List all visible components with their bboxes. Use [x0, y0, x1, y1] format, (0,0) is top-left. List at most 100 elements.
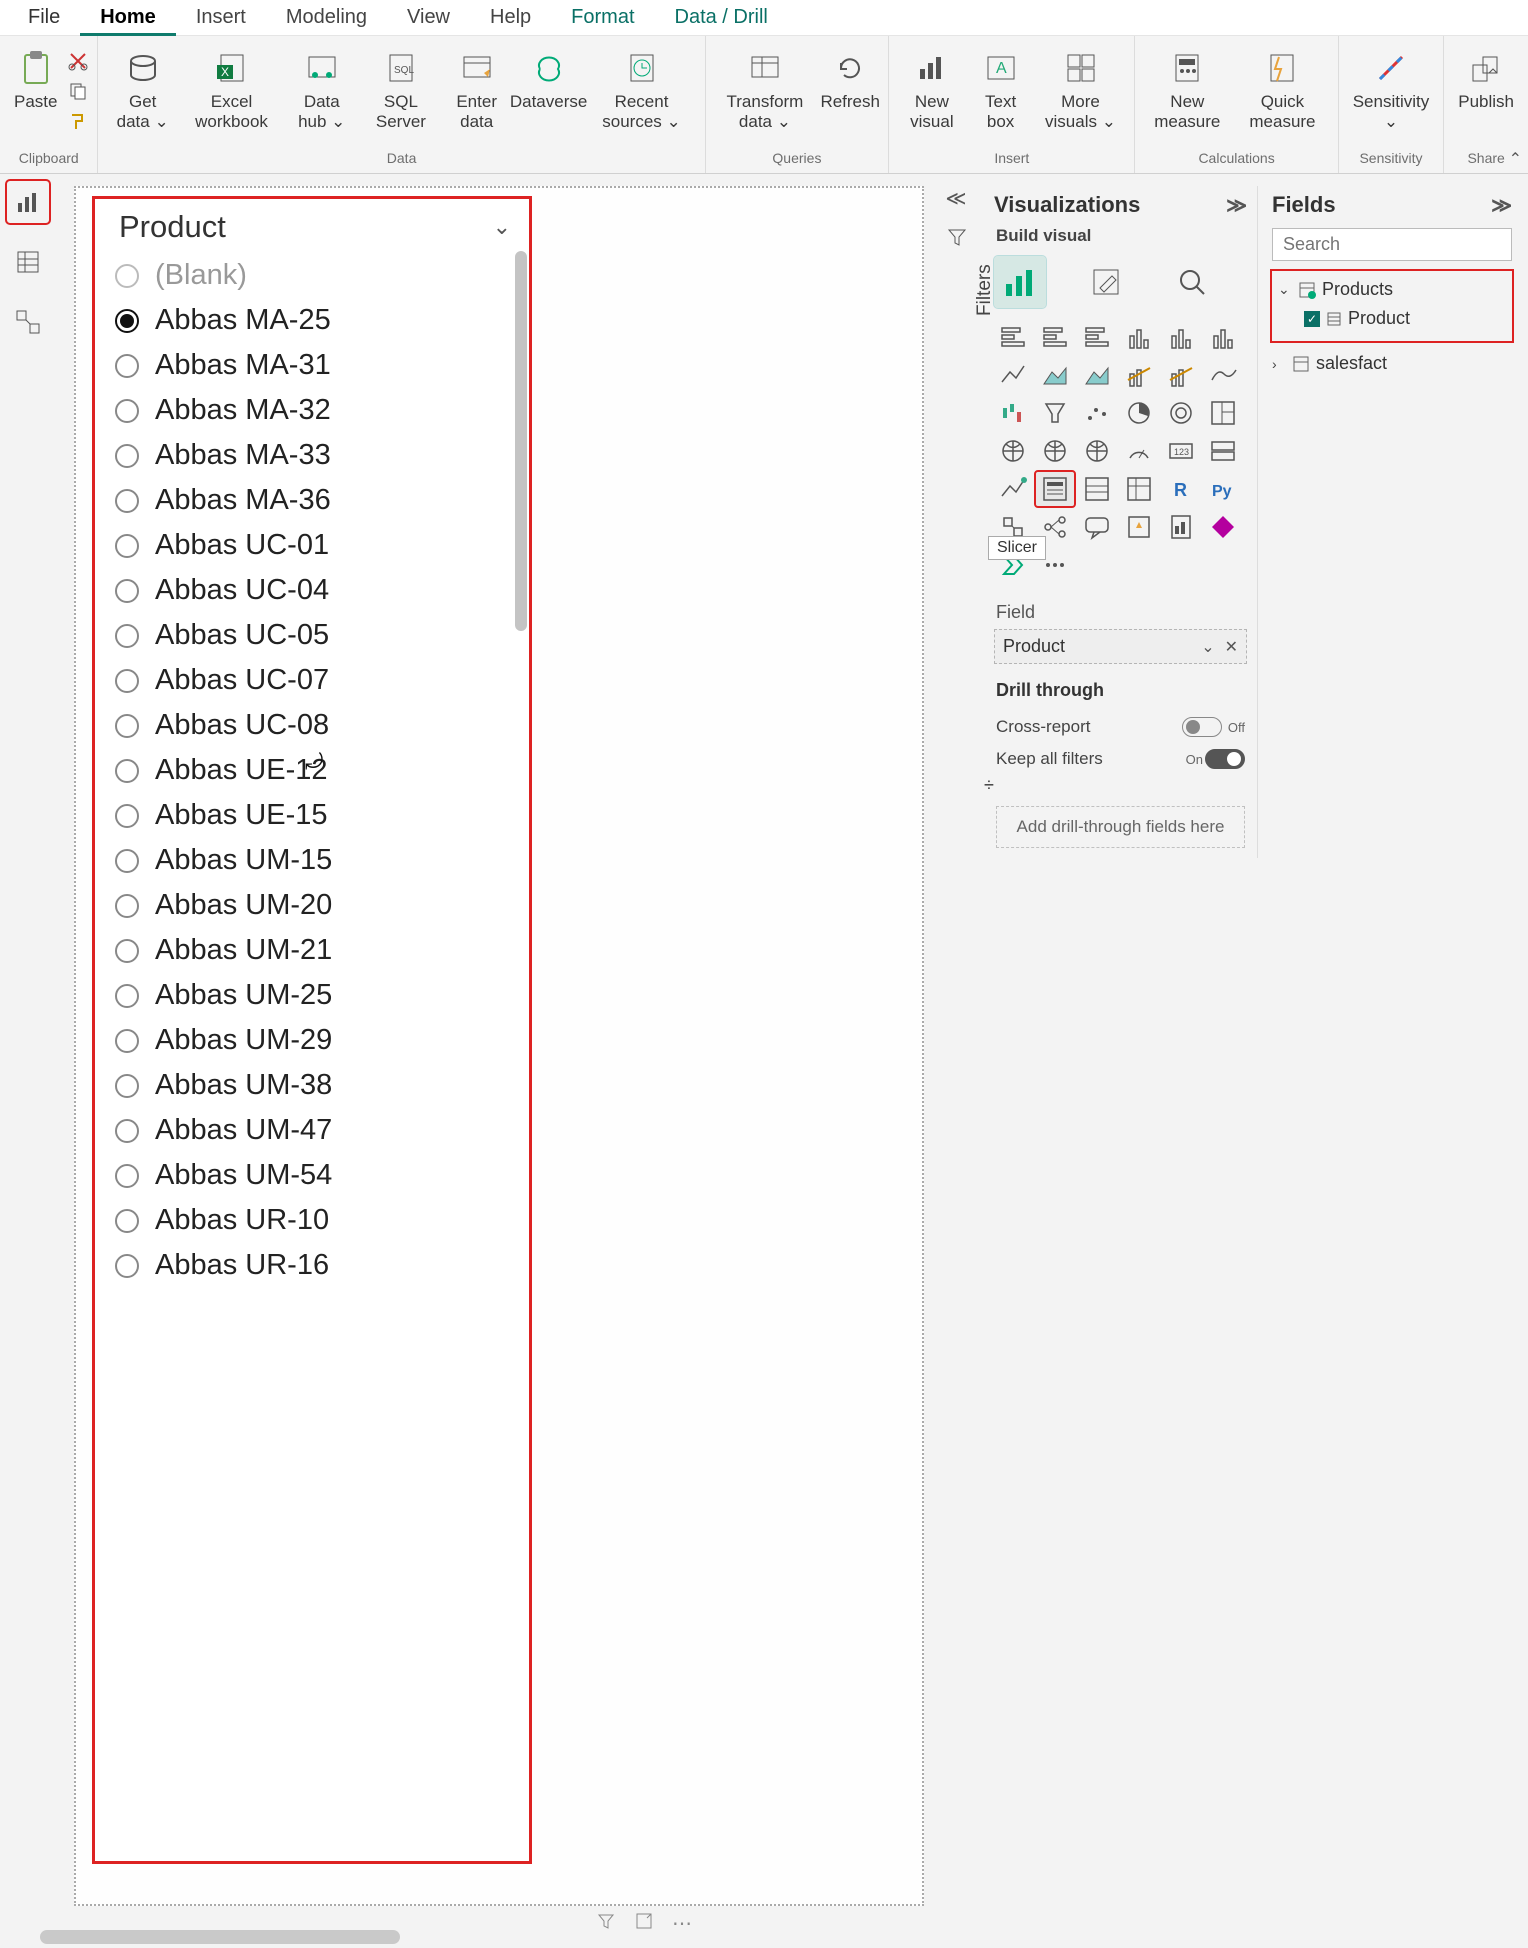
visual-filter-icon[interactable]	[596, 1911, 616, 1936]
viz-narrative[interactable]	[1120, 510, 1158, 544]
slicer-option[interactable]: Abbas UC-04	[115, 568, 517, 613]
column-product[interactable]: ✓ Product	[1276, 304, 1508, 333]
tab-data-drill[interactable]: Data / Drill	[655, 0, 788, 33]
viz-col-stacked[interactable]	[1162, 320, 1200, 354]
slicer-option[interactable]: Abbas UM-54	[115, 1153, 517, 1198]
slicer-option[interactable]: (Blank)	[115, 253, 517, 298]
filters-expand-icon[interactable]: ≪	[940, 186, 972, 210]
field-well[interactable]: Product ⌄ ✕	[994, 629, 1247, 664]
viz-scatter[interactable]	[1078, 396, 1116, 430]
viz-paginated[interactable]	[1162, 510, 1200, 544]
viz-bar-100[interactable]	[1078, 320, 1116, 354]
tab-insert[interactable]: Insert	[176, 0, 266, 33]
field-well-remove-icon[interactable]: ✕	[1225, 637, 1238, 657]
viz-kpi[interactable]	[994, 472, 1032, 506]
quick-measure-button[interactable]: Quick measure	[1233, 44, 1332, 133]
viz-bar-stacked[interactable]	[1036, 320, 1074, 354]
fields-search-input[interactable]	[1281, 233, 1517, 256]
viz-qna[interactable]	[1078, 510, 1116, 544]
visual-more-icon[interactable]: ⋯	[672, 1911, 692, 1936]
ribbon-collapse-icon[interactable]: ⌃	[1509, 149, 1522, 169]
viz-r[interactable]: R	[1162, 472, 1200, 506]
viz-donut[interactable]	[1162, 396, 1200, 430]
viz-ribbon[interactable]	[1204, 358, 1242, 392]
slicer-option[interactable]: Abbas MA-25	[115, 298, 517, 343]
viz-area-stacked[interactable]	[1078, 358, 1116, 392]
model-view-button[interactable]	[8, 302, 48, 342]
data-hub-button[interactable]: Data hub ⌄	[282, 44, 361, 133]
slicer-option[interactable]: Abbas UM-38	[115, 1063, 517, 1108]
recent-sources-button[interactable]: Recent sources ⌄	[584, 44, 698, 133]
viz-waterfall[interactable]	[994, 396, 1032, 430]
viz-line[interactable]	[994, 358, 1032, 392]
get-data-button[interactable]: Get data ⌄	[104, 44, 180, 133]
viz-azure-map[interactable]	[1078, 434, 1116, 468]
tab-modeling[interactable]: Modeling	[266, 0, 387, 33]
slicer-option[interactable]: Abbas UC-05	[115, 613, 517, 658]
slicer-option[interactable]: Abbas MA-36	[115, 478, 517, 523]
viz-treemap[interactable]	[1204, 396, 1242, 430]
excel-workbook-button[interactable]: XExcel workbook	[181, 44, 282, 133]
report-view-button[interactable]	[8, 182, 48, 222]
slicer-option[interactable]: Abbas UM-21	[115, 928, 517, 973]
viz-funnel[interactable]	[1036, 396, 1074, 430]
build-visual-tab[interactable]	[994, 256, 1046, 308]
cut-icon[interactable]	[65, 48, 91, 74]
slicer-option[interactable]: Abbas UE-12	[115, 748, 517, 793]
viz-py[interactable]: Py	[1204, 472, 1242, 506]
slicer-option[interactable]: Abbas UC-01	[115, 523, 517, 568]
table-products[interactable]: ⌄ Products	[1276, 275, 1508, 304]
viz-line-col[interactable]	[1120, 358, 1158, 392]
paste-button[interactable]: Paste	[6, 44, 65, 114]
canvas-horizontal-scrollbar[interactable]	[40, 1930, 400, 1944]
format-painter-icon[interactable]	[65, 108, 91, 134]
format-visual-tab[interactable]	[1080, 256, 1132, 308]
field-well-chevron-icon[interactable]: ⌄	[1201, 637, 1214, 657]
visual-focus-icon[interactable]	[634, 1911, 654, 1936]
viz-bar[interactable]	[994, 320, 1032, 354]
more-visuals-button[interactable]: More visuals ⌄	[1033, 44, 1129, 133]
viz-slicer[interactable]	[1036, 472, 1074, 506]
transform-data-button[interactable]: Transform data ⌄	[712, 44, 819, 133]
viz-multi-card[interactable]	[1204, 434, 1242, 468]
table-salesfact[interactable]: › salesfact	[1270, 349, 1514, 378]
viz-table[interactable]	[1078, 472, 1116, 506]
slicer-option[interactable]: Abbas UC-07	[115, 658, 517, 703]
viz-col-100[interactable]	[1204, 320, 1242, 354]
copy-icon[interactable]	[65, 78, 91, 104]
fields-search[interactable]	[1272, 228, 1512, 261]
drill-through-dropzone[interactable]: Add drill-through fields here	[996, 806, 1245, 848]
tab-home[interactable]: Home	[80, 0, 176, 36]
slicer-option[interactable]: Abbas UM-20	[115, 883, 517, 928]
viz-map[interactable]	[994, 434, 1032, 468]
sql-server-button[interactable]: SQLSQL Server	[361, 44, 440, 133]
viz-card[interactable]: 123	[1162, 434, 1200, 468]
slicer-option[interactable]: Abbas UR-16	[115, 1243, 517, 1288]
slicer-option[interactable]: Abbas MA-32	[115, 388, 517, 433]
slicer-option[interactable]: Abbas UE-15	[115, 793, 517, 838]
viz-area[interactable]	[1036, 358, 1074, 392]
slicer-option[interactable]: Abbas UM-29	[115, 1018, 517, 1063]
slicer-option[interactable]: Abbas UR-10	[115, 1198, 517, 1243]
keep-filters-toggle[interactable]	[1205, 749, 1245, 769]
slicer-scrollbar[interactable]	[515, 251, 527, 631]
viz-matrix[interactable]	[1120, 472, 1158, 506]
publish-button[interactable]: Publish	[1450, 44, 1522, 114]
refresh-button[interactable]: Refresh	[818, 44, 882, 114]
fields-collapse-icon[interactable]: ≫	[1491, 193, 1512, 218]
data-view-button[interactable]	[8, 242, 48, 282]
product-slicer-visual[interactable]: Product ⌄ (Blank)Abbas MA-25Abbas MA-31A…	[92, 196, 532, 1864]
visualizations-collapse-icon[interactable]: ≫	[1226, 193, 1247, 218]
slicer-option[interactable]: Abbas MA-31	[115, 343, 517, 388]
slicer-option[interactable]: Abbas UC-08	[115, 703, 517, 748]
tab-help[interactable]: Help	[470, 0, 551, 33]
tab-view[interactable]: View	[387, 0, 470, 33]
analytics-tab[interactable]	[1166, 256, 1218, 308]
column-product-checkbox[interactable]: ✓	[1304, 311, 1320, 327]
new-measure-button[interactable]: New measure	[1141, 44, 1233, 133]
enter-data-button[interactable]: Enter data	[441, 44, 513, 133]
text-box-button[interactable]: AText box	[969, 44, 1033, 133]
viz-power-apps[interactable]	[1204, 510, 1242, 544]
tab-format[interactable]: Format	[551, 0, 654, 33]
viz-col[interactable]	[1120, 320, 1158, 354]
